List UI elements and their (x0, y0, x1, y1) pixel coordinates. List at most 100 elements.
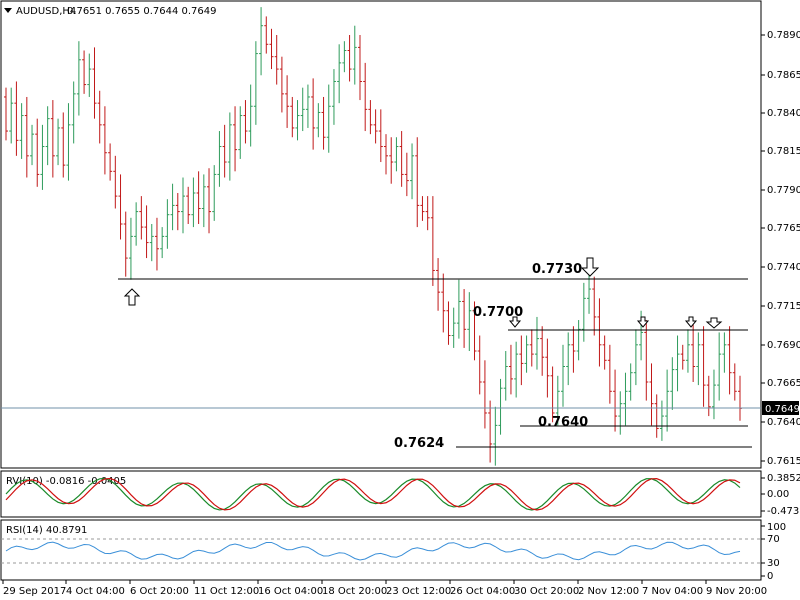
ohlc-bar (576, 320, 581, 361)
time-tick: 4 Oct 04:00 (65, 580, 125, 597)
ohlc-bar (290, 96, 295, 138)
ohlc-bar (82, 50, 87, 94)
ohlc-bar (102, 106, 107, 175)
ohlc-bar (503, 351, 508, 401)
svg-text:0.7790: 0.7790 (767, 185, 800, 196)
ohlc-bar (40, 124, 45, 190)
ohlc-bar (462, 289, 467, 348)
ohlc-bar (175, 193, 180, 231)
ohlc-bar (30, 124, 35, 166)
ohlc-bar (498, 378, 503, 435)
time-axis: 29 Sep 2017 4 Oct 04:00 6 Oct 20:00 11 O… (2, 580, 767, 597)
ohlc-bar (540, 326, 545, 376)
ohlc-bar (87, 53, 92, 97)
rsi-label: RSI(14) 40.8791 (6, 525, 87, 536)
ohlc-bar (561, 344, 566, 407)
price-tick: 0.7815 (761, 146, 800, 157)
ohlc-bar (691, 323, 696, 382)
ohlc-bar (420, 196, 425, 221)
time-tick: 9 Nov 20:00 (705, 580, 767, 597)
ohlc-bar (326, 84, 331, 153)
svg-text:0.00: 0.00 (767, 489, 789, 500)
ohlc-bar (545, 338, 550, 398)
price-bars (4, 7, 742, 466)
ohlc-bar (97, 90, 102, 144)
ohlc-bar (92, 47, 97, 119)
ohlc-bar (607, 344, 612, 404)
svg-text:0.7890: 0.7890 (767, 30, 800, 41)
svg-text:70: 70 (767, 534, 780, 545)
ohlc-bar (675, 335, 680, 392)
svg-text:11 Oct 12:00: 11 Oct 12:00 (194, 586, 259, 597)
rvi-label: RVI(10) -0.0816 -0.0405 (6, 476, 126, 487)
svg-text:0.7865: 0.7865 (767, 70, 800, 81)
ohlc-bar (118, 174, 123, 240)
ohlc-bar (222, 124, 227, 178)
ohlc-bar (139, 196, 144, 240)
ohlc-bar (35, 118, 40, 187)
ohlc-bar (248, 84, 253, 147)
ohlc-bar (644, 320, 649, 401)
rsi-tick: 100 (761, 522, 786, 533)
ohlc-bar (14, 81, 19, 156)
ohlc-bar (352, 25, 357, 85)
svg-text:0.7765: 0.7765 (767, 223, 800, 234)
ohlc-bar (9, 87, 14, 144)
price-tick: 0.7615 (761, 456, 800, 467)
ohlc-bar (66, 103, 71, 181)
ohlc-bar (508, 344, 513, 395)
ohlc-bar (186, 186, 191, 224)
svg-text:7 Nov 04:00: 7 Nov 04:00 (642, 586, 703, 597)
ohlc-bar (368, 100, 373, 135)
svg-text:16 Oct 04:00: 16 Oct 04:00 (258, 586, 323, 597)
ohlc-bar (285, 75, 290, 128)
ohlc-bar (305, 84, 310, 128)
ohlc-bar (404, 152, 409, 197)
ohlc-bar (389, 137, 394, 184)
ohlc-bar (300, 87, 305, 132)
svg-text:30 Oct 20:00: 30 Oct 20:00 (514, 586, 579, 597)
ohlc-bar (144, 205, 149, 259)
ohlc-bar (581, 282, 586, 342)
ohlc-bar (529, 329, 534, 367)
ohlc-bar (154, 217, 159, 271)
svg-text:30: 30 (767, 558, 780, 569)
ohlc-bar (378, 109, 383, 163)
ohlc-bar (524, 335, 529, 373)
ohlc-bar (165, 199, 170, 249)
symbol-dropdown-icon[interactable] (4, 8, 12, 13)
ohlc-bar (717, 332, 722, 401)
ohlc-bar (373, 109, 378, 144)
ohlc-bar (253, 41, 258, 125)
time-tick: 7 Nov 04:00 (641, 580, 703, 597)
rsi-tick: 70 (761, 534, 780, 545)
svg-text:0.7665: 0.7665 (767, 378, 800, 389)
ohlc-bar (659, 400, 664, 441)
ohlc-bar (4, 87, 8, 141)
ohlc-bar (196, 171, 201, 224)
ohlc-bar (357, 35, 362, 101)
ohlc-bar (170, 183, 175, 231)
arrow-down-icon (705, 317, 723, 329)
ohlc-bar (696, 332, 701, 386)
price-tick: 0.7665 (761, 378, 800, 389)
arrow-up-icon (123, 288, 141, 306)
ohlc-bar (71, 81, 76, 144)
time-tick: 18 Oct 20:00 (321, 580, 387, 597)
price-tick: 0.7790 (761, 185, 800, 196)
ohlc-bar (670, 357, 675, 410)
ohlc-bar (649, 363, 654, 426)
ohlc-bar (623, 372, 628, 426)
rvi-tick: 0.00 (761, 489, 789, 500)
ohlc-bar (311, 78, 316, 150)
ohlc-bar (342, 41, 347, 73)
ohlc-bar (706, 375, 711, 417)
ohlc-bar (701, 326, 706, 407)
rvi-tick: 0.3852 (761, 473, 800, 484)
ohlc-bar (259, 7, 264, 76)
ohlc-bar (331, 69, 336, 125)
ohlc-bar (477, 335, 482, 395)
rsi-line (5, 541, 741, 561)
ohlc-bar (201, 174, 206, 228)
svg-text:26 Oct 04:00: 26 Oct 04:00 (450, 586, 515, 597)
